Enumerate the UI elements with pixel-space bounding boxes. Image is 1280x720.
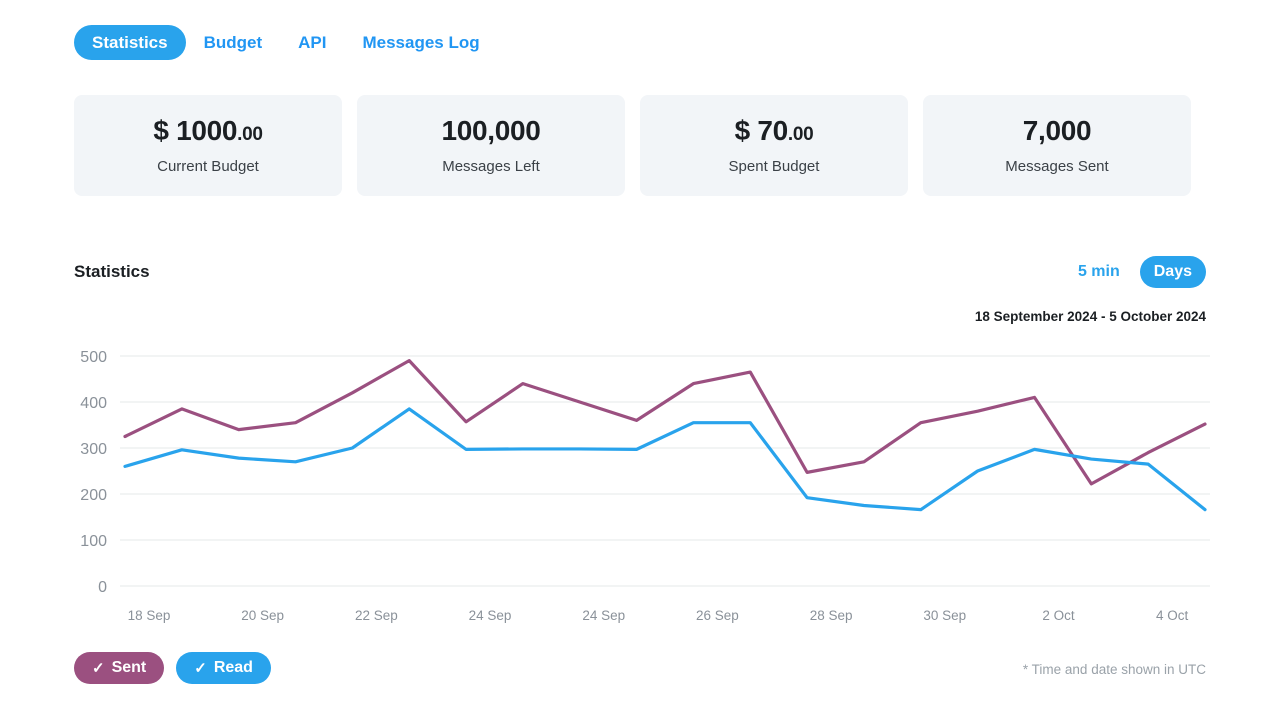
y-axis-tick-label: 400 <box>80 395 107 412</box>
legend-label: Read <box>213 659 253 676</box>
legend-label: Sent <box>111 659 147 676</box>
legend-button-sent[interactable]: ✓ Sent <box>74 652 165 684</box>
y-axis-tick-label: 100 <box>80 533 107 550</box>
statistics-line-chart: 0 100 200 300 400 500 18 Sep 20 Sep 22 Sep 24 Se… <box>80 349 1210 623</box>
check-icon: ✓ <box>92 659 105 677</box>
x-axis-tick-label: 24 Sep <box>582 608 625 623</box>
x-axis-tick-label: 4 Oct <box>1156 608 1189 623</box>
y-axis-tick-label: 300 <box>80 441 107 458</box>
x-axis-tick-label: 22 Sep <box>355 608 398 623</box>
chart-legend: ✓ Sent ✓ Read <box>74 652 271 684</box>
x-axis-tick-label: 18 Sep <box>128 608 171 623</box>
x-axis-tick-label: 28 Sep <box>810 608 853 623</box>
chart-y-axis-labels: 0 100 200 300 400 500 <box>80 349 107 596</box>
legend-button-read[interactable]: ✓ Read <box>176 652 271 684</box>
check-icon: ✓ <box>194 659 207 677</box>
x-axis-tick-label: 20 Sep <box>241 608 284 623</box>
chart-x-axis-labels: 18 Sep 20 Sep 22 Sep 24 Sep 24 Sep 26 Sep 28 S… <box>128 608 1189 623</box>
statistics-page: Statistics Budget API Messages Log $ 100… <box>0 0 1280 720</box>
y-axis-tick-label: 0 <box>98 579 107 596</box>
x-axis-tick-label: 26 Sep <box>696 608 739 623</box>
y-axis-tick-label: 200 <box>80 487 107 504</box>
x-axis-tick-label: 24 Sep <box>469 608 512 623</box>
series-line-sent <box>123 359 1207 486</box>
chart-series <box>123 359 1207 512</box>
utc-footnote: * Time and date shown in UTC <box>1022 662 1206 677</box>
x-axis-tick-label: 2 Oct <box>1042 608 1075 623</box>
chart-gridlines <box>120 355 1210 587</box>
x-axis-tick-label: 30 Sep <box>923 608 966 623</box>
y-axis-tick-label: 500 <box>80 349 107 366</box>
